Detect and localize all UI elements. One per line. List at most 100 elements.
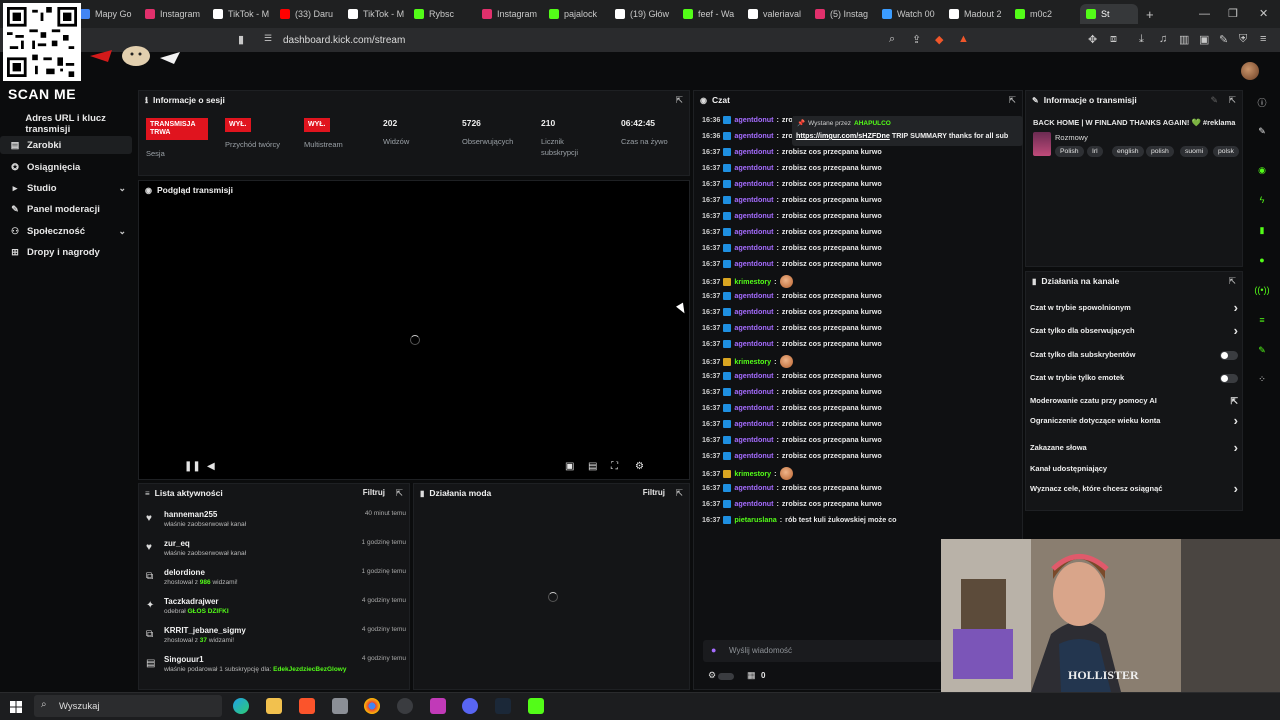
sidebar-item-moderation[interactable]: ✎ Panel moderacji <box>0 200 132 218</box>
sidebar-item-stream-key[interactable]: Adres URL i klucz transmisji <box>0 113 132 135</box>
chat-toggle[interactable] <box>718 673 734 680</box>
chat-input[interactable]: ● Wyślij wiadomość <box>703 640 943 662</box>
wallet-icon[interactable]: ▣ <box>1199 33 1209 46</box>
chat-username[interactable]: agentdonut <box>734 211 773 220</box>
activity-username[interactable]: Singouur1 <box>164 655 204 664</box>
chat-username[interactable]: agentdonut <box>734 227 773 236</box>
chat-message[interactable]: 16:37 agentdonut: zrobisz cos przecpana ku… <box>702 371 882 380</box>
chat-message[interactable]: 16:36agentdonut:zrobisz <box>702 115 807 124</box>
mic-icon[interactable]: ● <box>711 645 716 655</box>
chat-message[interactable]: 16:37 agentdonut: zrobisz cos przecpana ku… <box>702 323 882 332</box>
volume-button[interactable]: ◀ <box>207 461 215 472</box>
chat-username[interactable]: agentdonut <box>734 147 773 156</box>
chat-message[interactable]: 16:36 agentdonut: zrobi <box>702 131 799 140</box>
channel-option[interactable]: Czat tylko dla obserwujących › <box>1030 323 1238 340</box>
activity-username[interactable]: zur_eq <box>164 539 190 548</box>
activity-item[interactable]: ♥ hanneman255 właśnie zaobserwował kanał 40… <box>146 510 406 538</box>
browser-tab[interactable]: Watch 00 <box>882 4 944 24</box>
browser-tab[interactable]: St <box>1080 4 1138 24</box>
chat-message[interactable]: 16:37 agentdonut: zrobisz cos przecpana ku… <box>702 483 882 492</box>
zoom-icon[interactable]: ⌕ <box>889 33 895 46</box>
user-avatar[interactable] <box>1241 62 1259 80</box>
bookmark-icon[interactable]: ▮ <box>238 33 244 46</box>
chat-message[interactable]: 16:37 agentdonut: zrobisz cos przecpana ku… <box>702 307 882 316</box>
chat-message[interactable]: 16:37 krimestory: <box>702 467 793 480</box>
channel-option[interactable]: Czat tylko dla subskrybentów <box>1030 350 1238 364</box>
chat-message[interactable]: 16:37 agentdonut: zrobisz cos przecpana ku… <box>702 339 882 348</box>
browser-tab[interactable]: m0c2 <box>1015 4 1077 24</box>
extensions-icon[interactable]: ✥ <box>1088 33 1097 46</box>
chat-username[interactable]: agentdonut <box>734 163 773 172</box>
chat-message[interactable]: 16:37 agentdonut: zrobisz cos przecpana ku… <box>702 499 882 508</box>
list-icon[interactable]: ≡ <box>1253 311 1271 329</box>
chat-username[interactable]: agentdonut <box>734 451 773 460</box>
maximize-button[interactable]: ❐ <box>1228 7 1238 20</box>
browser-tab[interactable]: Mapy Go <box>80 4 142 24</box>
popout-icon[interactable]: ⇱ <box>675 95 683 106</box>
chat-message[interactable]: 16:37 agentdonut: zrobisz cos przecpana ku… <box>702 211 882 220</box>
leo-icon[interactable]: ✎ <box>1219 33 1228 46</box>
chat-message[interactable]: 16:37 agentdonut: zrobisz cos przecpana ku… <box>702 387 882 396</box>
app-icon[interactable] <box>430 698 446 714</box>
channel-option[interactable]: Czat w trybie spowolnionym › <box>1030 300 1238 317</box>
chat-message[interactable]: 16:37 agentdonut: zrobisz cos przecpana ku… <box>702 259 882 268</box>
browser-tab[interactable]: Instagram <box>145 4 207 24</box>
obs-icon[interactable] <box>397 698 413 714</box>
brave-rewards-icon[interactable]: ▲ <box>958 33 969 45</box>
activity-item[interactable]: ✦ Taczkadrajwer odebrał GŁOS DZIFKI 4 godzi… <box>146 597 406 625</box>
sidebar-item-drops[interactable]: ⊞ Dropy i nagrody <box>0 243 132 261</box>
chat-message[interactable]: 16:37 agentdonut: zrobisz cos przecpana ku… <box>702 291 882 300</box>
trash-icon[interactable]: ▦ <box>747 670 756 681</box>
filter-button[interactable]: Filtruj <box>363 488 385 497</box>
chat-username[interactable]: agentdonut <box>734 179 773 188</box>
camera-icon[interactable]: ◉ <box>1253 161 1271 179</box>
pause-button[interactable]: ❚❚ <box>184 461 201 472</box>
chat-username[interactable]: agentdonut <box>734 435 773 444</box>
popout-icon[interactable]: ⇱ <box>675 488 683 499</box>
channel-option[interactable]: Czat w trybie tylko emotek <box>1030 373 1238 387</box>
chat-username[interactable]: agentdonut <box>734 115 773 124</box>
wrench-icon[interactable]: ✎ <box>1253 341 1271 359</box>
media-icon[interactable]: ♫ <box>1159 33 1167 45</box>
activity-username[interactable]: delordione <box>164 568 205 577</box>
chat-settings-icon[interactable]: ⚙ <box>708 670 716 681</box>
activity-item[interactable]: ⧉ KRRIT_jebane_sigmy zhostował z 37 widzam… <box>146 626 406 654</box>
chat-username[interactable]: agentdonut <box>734 259 773 268</box>
popout-icon[interactable]: ⇱ <box>1228 276 1236 287</box>
activity-item[interactable]: ♥ zur_eq właśnie zaobserwował kanał 1 godzi… <box>146 539 406 567</box>
chat-username[interactable]: agentdonut <box>734 483 773 492</box>
brave-shields-icon[interactable]: ◆ <box>935 33 943 46</box>
option-toggle[interactable] <box>1220 374 1238 383</box>
brave-icon[interactable] <box>299 698 315 714</box>
url-field[interactable]: dashboard.kick.com/stream <box>283 35 405 46</box>
edit-icon[interactable]: ✎ <box>1210 95 1218 106</box>
channel-option[interactable]: Wyznacz cele, które chcesz osiągnąć › <box>1030 481 1238 498</box>
info-icon[interactable]: ⓘ <box>1253 94 1271 112</box>
sidebar-toggle-icon[interactable]: ▥ <box>1179 33 1189 46</box>
chat-message[interactable]: 16:37 agentdonut: zrobisz cos przecpana ku… <box>702 243 882 252</box>
chat-message[interactable]: 16:37 agentdonut: zrobisz cos przecpana ku… <box>702 403 882 412</box>
popout-icon[interactable]: ⇱ <box>1008 95 1016 106</box>
chat-username[interactable]: agentdonut <box>734 323 773 332</box>
chat-message[interactable]: 16:37 agentdonut: zrobisz cos przecpana ku… <box>702 195 882 204</box>
chat-username[interactable]: krimestory <box>734 469 771 478</box>
broadcast-icon[interactable]: ((•)) <box>1253 281 1271 299</box>
chat-username[interactable]: agentdonut <box>734 499 773 508</box>
taskbar-search[interactable]: ⌕ Wyszukaj <box>34 695 222 717</box>
chat-username[interactable]: agentdonut <box>734 131 773 140</box>
chat-message[interactable]: 16:37 agentdonut: zrobisz cos przecpana ku… <box>702 419 882 428</box>
browser-tab[interactable]: TikTok - M <box>213 4 275 24</box>
settings-gear-icon[interactable]: ⚙ <box>635 461 644 472</box>
stream-tag[interactable]: polsk <box>1213 146 1239 157</box>
stream-tag[interactable]: Irl <box>1087 146 1103 157</box>
stream-tag[interactable]: suomi <box>1180 146 1209 157</box>
browser-tab[interactable]: (19) Głów <box>615 4 677 24</box>
browser-tab[interactable]: Instagram <box>482 4 544 24</box>
download-icon[interactable]: ⤓ <box>1139 33 1144 46</box>
chat-username[interactable]: agentdonut <box>734 307 773 316</box>
stream-tag[interactable]: Polish <box>1055 146 1084 157</box>
popout-icon[interactable]: ⇱ <box>395 488 403 499</box>
screenshot-icon[interactable]: ⧈ <box>1110 33 1117 46</box>
document-icon[interactable]: ▮ <box>1253 221 1271 239</box>
file-explorer-icon[interactable] <box>266 698 282 714</box>
